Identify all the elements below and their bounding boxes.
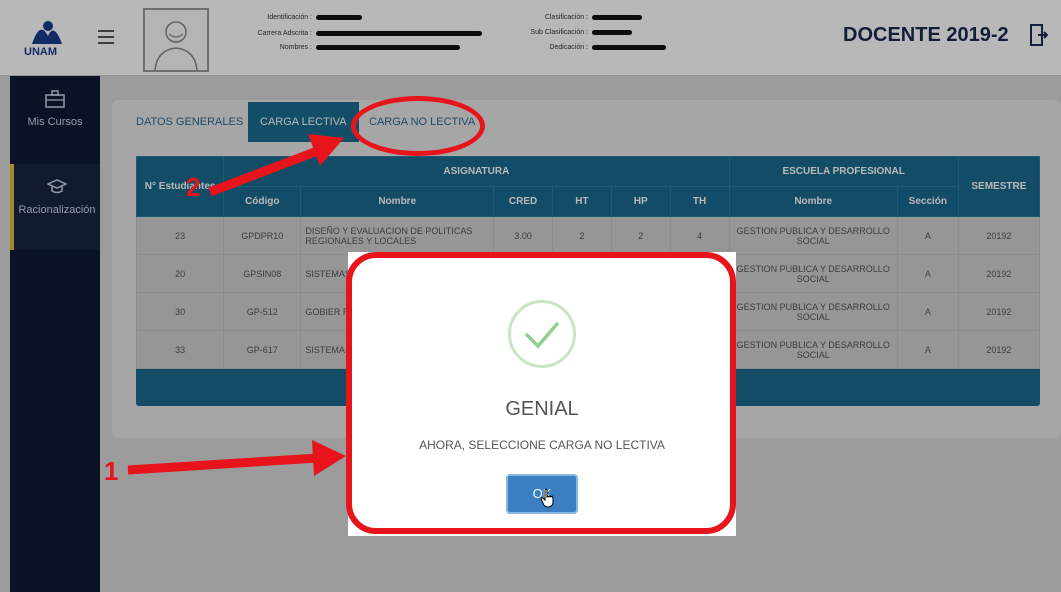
annotation-arrows [127,134,346,476]
annotation-arrow-2 [208,134,344,197]
annotation-step-1: 1 [104,456,119,486]
annotation-arrow-1 [127,440,346,476]
hand-cursor-icon [540,488,554,508]
annotation-step-2: 2 [186,172,201,202]
